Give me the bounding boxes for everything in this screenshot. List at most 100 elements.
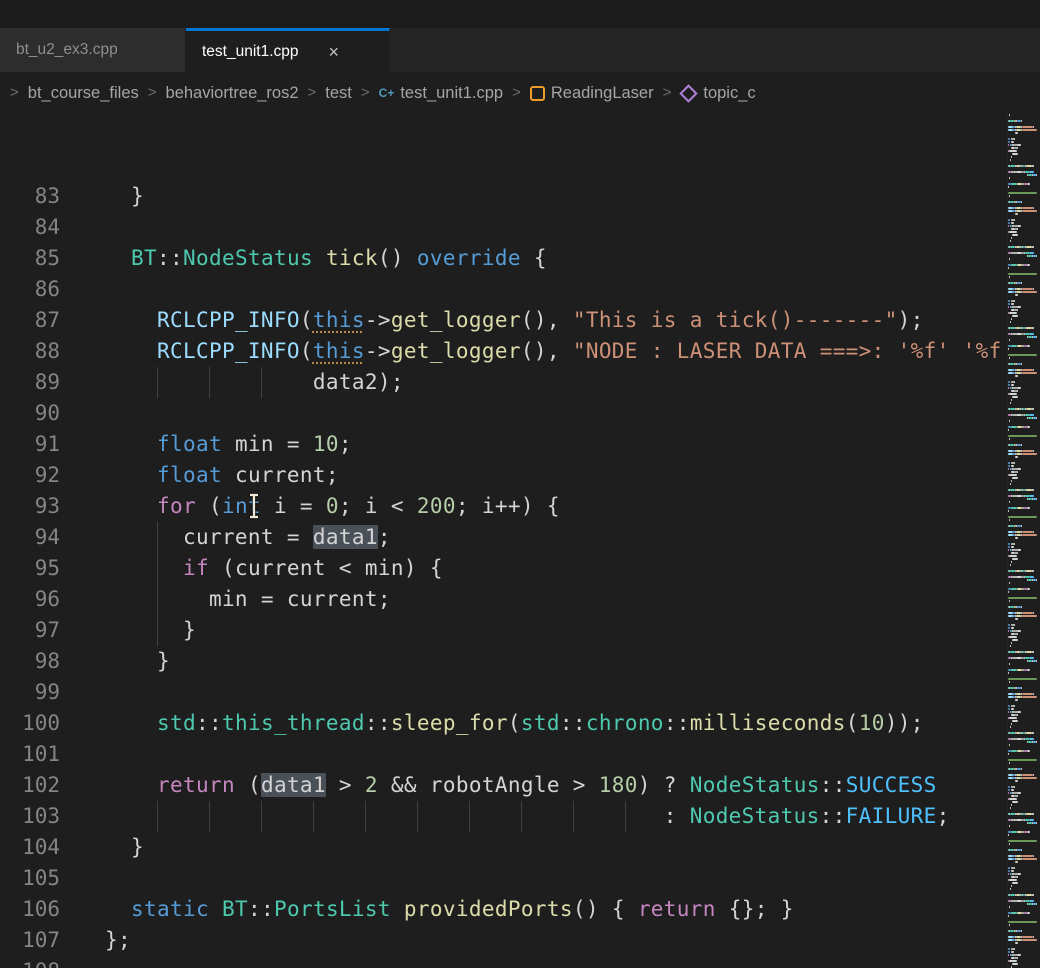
code-line[interactable]: 92 float current;	[0, 460, 1040, 491]
minimap-token	[1017, 630, 1021, 632]
minimap-token	[1030, 414, 1033, 416]
code-line[interactable]: 95 if (current < min) {	[0, 553, 1040, 584]
minimap-token	[1008, 921, 1037, 923]
code-line[interactable]: 97 }	[0, 615, 1040, 646]
breadcrumb-label: ReadingLaser	[551, 84, 654, 103]
code-line[interactable]: 108	[0, 956, 1040, 968]
minimap-line	[1008, 552, 1040, 554]
code-line[interactable]: 93 for (int i = 0; i < 200; i++) {	[0, 491, 1040, 522]
vscode-window: bt_u2_ex3.cpp test_unit1.cpp × > bt_cour…	[0, 0, 1040, 968]
minimap-line	[1008, 420, 1040, 422]
indent-guide	[417, 801, 418, 832]
minimap-line	[1008, 828, 1040, 830]
line-number: 99	[0, 677, 60, 708]
code-line[interactable]: 104 }	[0, 832, 1040, 863]
minimap-line	[1008, 537, 1040, 539]
code-line[interactable]: 106 static BT::PortsList providedPorts()…	[0, 894, 1040, 925]
minimap-line	[1008, 267, 1040, 269]
code-line[interactable]: 107};	[0, 925, 1040, 956]
code-line[interactable]: 103 : NodeStatus::FAILURE;	[0, 801, 1040, 832]
minimap-token	[1012, 588, 1016, 590]
minimap-line	[1008, 498, 1040, 500]
code-token: {}; }	[716, 897, 794, 921]
minimap-token	[1027, 912, 1029, 914]
breadcrumb-item-folder[interactable]: bt_course_files	[28, 84, 139, 103]
minimap-token	[1016, 453, 1021, 455]
code-line[interactable]: 101	[0, 739, 1040, 770]
code-line[interactable]: 100 std::this_thread::sleep_for(std::chr…	[0, 708, 1040, 739]
tab-bt-u2-ex3[interactable]: bt_u2_ex3.cpp	[0, 28, 186, 72]
chevron-right-icon: >	[663, 84, 672, 101]
minimap-line	[1008, 795, 1040, 797]
code-token: );	[898, 308, 924, 332]
minimap-token	[1030, 738, 1033, 740]
code-token: ));	[885, 711, 924, 735]
tab-test-unit1[interactable]: test_unit1.cpp ×	[186, 28, 390, 72]
minimap-token	[1011, 546, 1015, 548]
code-line[interactable]: 94 current = data1;	[0, 522, 1040, 553]
code-line[interactable]: 91 float min = 10;	[0, 429, 1040, 460]
minimap-line	[1008, 213, 1040, 215]
code-line[interactable]: 84	[0, 212, 1040, 243]
minimap-line	[1008, 726, 1040, 728]
minimap-token	[1033, 246, 1034, 248]
code-line[interactable]: 96 min = current;	[0, 584, 1040, 615]
minimap[interactable]	[1007, 114, 1040, 968]
minimap-token	[1011, 870, 1015, 872]
minimap-token	[1015, 375, 1018, 377]
code-token: NodeStatus	[183, 246, 313, 270]
breadcrumb-item-test[interactable]: test	[325, 84, 352, 103]
code-token: ;	[378, 525, 391, 549]
code-line[interactable]: 99	[0, 677, 1040, 708]
breadcrumb-item-package[interactable]: behaviortree_ros2	[166, 84, 299, 103]
minimap-token	[1008, 627, 1010, 629]
code-line[interactable]: 102 return (data1 > 2 && robotAngle > 18…	[0, 770, 1040, 801]
minimap-line	[1008, 435, 1040, 437]
code-line[interactable]: 90	[0, 398, 1040, 429]
minimap-line	[1008, 786, 1040, 788]
code-line[interactable]: 98 }	[0, 646, 1040, 677]
minimap-token	[1027, 588, 1029, 590]
minimap-line	[1008, 687, 1040, 689]
code-token: tick	[326, 246, 378, 270]
minimap-line	[1008, 357, 1040, 359]
minimap-token	[1033, 288, 1034, 290]
code-line[interactable]: 89 data2);	[0, 367, 1040, 398]
breadcrumb-item-class[interactable]: ReadingLaser	[530, 84, 654, 103]
minimap-token	[1016, 210, 1021, 212]
minimap-line	[1008, 612, 1040, 614]
code-token: };	[105, 928, 131, 952]
code-token	[105, 711, 157, 735]
minimap-token	[1012, 345, 1016, 347]
minimap-token	[1008, 462, 1010, 464]
minimap-line	[1008, 306, 1040, 308]
minimap-line	[1008, 789, 1040, 791]
breadcrumb-label: test	[325, 84, 352, 103]
code-token: BT	[222, 897, 248, 921]
code-line[interactable]: 85 BT::NodeStatus tick() override {	[0, 243, 1040, 274]
minimap-line	[1008, 816, 1040, 818]
minimap-token	[1008, 753, 1009, 755]
breadcrumb-item-file[interactable]: C+ test_unit1.cpp	[379, 84, 503, 103]
code-token: 10	[313, 432, 339, 456]
close-icon[interactable]: ×	[329, 43, 340, 61]
minimap-token	[1008, 543, 1010, 545]
code-line[interactable]: 88 RCLCPP_INFO(this->get_logger(), "NODE…	[0, 336, 1040, 367]
minimap-line	[1008, 840, 1040, 842]
code-editor[interactable]: 83 }8485 BT::NodeStatus tick() override …	[0, 114, 1040, 968]
minimap-token	[1016, 696, 1021, 698]
minimap-line	[1008, 204, 1040, 206]
code-token: (	[196, 494, 222, 518]
minimap-line	[1008, 702, 1040, 704]
code-line[interactable]: 105	[0, 863, 1040, 894]
code-token: ; i++) {	[456, 494, 560, 518]
minimap-token	[1008, 465, 1010, 467]
minimap-token	[1033, 693, 1034, 695]
minimap-line	[1008, 114, 1040, 116]
code-line[interactable]: 83 }	[0, 181, 1040, 212]
code-token: this	[313, 308, 365, 332]
code-line[interactable]: 86	[0, 274, 1040, 305]
code-line[interactable]: 87 RCLCPP_INFO(this->get_logger(), "This…	[0, 305, 1040, 336]
breadcrumb-item-method[interactable]: topic_c	[680, 84, 755, 103]
minimap-line	[1008, 624, 1040, 626]
